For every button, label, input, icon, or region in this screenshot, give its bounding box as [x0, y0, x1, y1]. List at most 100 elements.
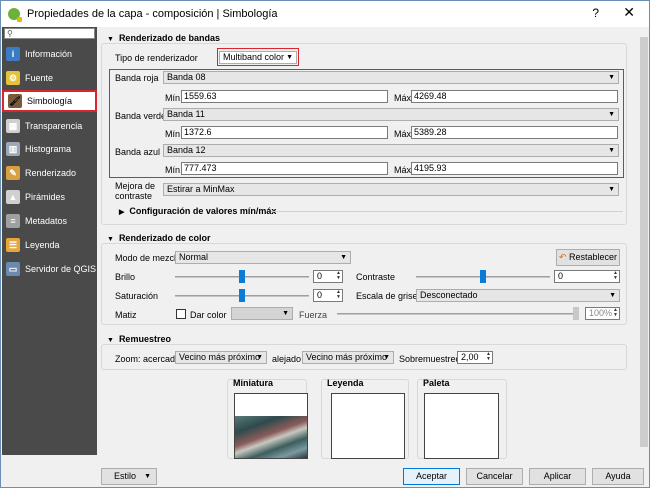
- zoom-in-select[interactable]: Vecino más próximo ▼: [175, 351, 267, 364]
- saturation-value: 0: [317, 290, 323, 300]
- blue-band-label: Banda azul: [115, 147, 161, 157]
- minmax-settings-header[interactable]: ▶ Configuración de valores mín/máx: [119, 206, 276, 216]
- sidebar-item-renderizado[interactable]: ✎ Renderizado: [2, 162, 97, 184]
- green-band-select[interactable]: Banda 11 ▼: [163, 108, 619, 121]
- saturation-handle[interactable]: [239, 289, 245, 302]
- blue-min-label: Mín: [165, 165, 181, 175]
- expand-triangle-icon: ▶: [119, 209, 125, 216]
- collapse-triangle-icon: ▼: [107, 36, 114, 43]
- contrast-value: 0: [558, 271, 564, 281]
- info-icon: i: [6, 47, 20, 61]
- blue-band-select[interactable]: Banda 12 ▼: [163, 144, 619, 157]
- sidebar-item-label: Pirámides: [25, 192, 66, 202]
- zoom-out-label: alejado: [272, 354, 302, 364]
- legend-label: Leyenda: [327, 378, 364, 388]
- search-input[interactable]: ⚲: [4, 28, 95, 39]
- sidebar-item-metadatos[interactable]: ≡ Metadatos: [2, 210, 97, 232]
- reset-label: Restablecer: [569, 252, 618, 262]
- contrast-spinbox[interactable]: 0 ▲ ▼: [554, 270, 620, 283]
- strength-handle[interactable]: [573, 307, 579, 320]
- strength-spinbox[interactable]: 100% ▲ ▼: [585, 307, 620, 320]
- strength-label: Fuerza: [299, 310, 328, 320]
- red-max-input[interactable]: 4269.48: [411, 90, 618, 103]
- sidebar-item-label: Fuente: [25, 73, 54, 83]
- chevron-down-icon: ▼: [608, 186, 615, 193]
- sidebar-item-información[interactable]: i Información: [2, 43, 97, 65]
- reset-button[interactable]: ↶ Restablecer: [556, 249, 620, 266]
- sidebar: ⚲ i Información ⚙ Fuente 🖌 Simbología ▦ Transpa…: [2, 27, 97, 455]
- chevron-down-icon: ▼: [608, 147, 615, 154]
- green-band-value: Banda 11: [167, 109, 205, 119]
- zoom-out-select[interactable]: Vecino más próximo ▼: [302, 351, 394, 364]
- sidebar-item-simbología[interactable]: 🖌 Simbología: [2, 90, 97, 112]
- title-bar: Propiedades de la capa - composición | S…: [1, 1, 649, 27]
- blue-band-value: Banda 12: [167, 145, 206, 155]
- transparency-icon: ▦: [6, 119, 20, 133]
- sidebar-item-servidor-de-qgis[interactable]: ▭ Servidor de QGIS: [2, 258, 97, 280]
- colorize-checkbox[interactable]: [176, 309, 186, 319]
- grayscale-value: Desconectado: [420, 290, 478, 300]
- sidebar-item-label: Simbología: [27, 96, 73, 106]
- colorize-label: Dar color: [190, 310, 227, 320]
- divider: [271, 211, 623, 212]
- metadata-icon: ≡: [6, 214, 20, 228]
- vertical-scrollbar[interactable]: [639, 27, 649, 457]
- green-max-input[interactable]: 5389.28: [411, 126, 618, 139]
- color-rendering-header[interactable]: ▼ Renderizado de color: [107, 233, 210, 243]
- chevron-down-icon: ▼: [609, 292, 616, 299]
- blend-mode-value: Normal: [179, 252, 209, 262]
- chevron-down-icon: ▼: [256, 354, 263, 361]
- chevron-down-icon: ▼: [608, 111, 615, 118]
- main-panel: ▼ Renderizado de bandas Tipo de renderiza…: [99, 27, 639, 459]
- band-rendering-header[interactable]: ▼ Renderizado de bandas: [107, 33, 220, 43]
- layer-properties-window: Propiedades de la capa - composición | S…: [0, 0, 650, 488]
- minmax-settings-title: Configuración de valores mín/máx: [129, 206, 277, 216]
- red-band-label: Banda roja: [115, 73, 159, 83]
- grayscale-label: Escala de grises: [356, 291, 423, 301]
- red-band-select[interactable]: Banda 08 ▼: [163, 71, 619, 84]
- close-button[interactable]: ✕: [623, 4, 635, 21]
- help-footer-button[interactable]: Ayuda: [592, 468, 644, 485]
- sidebar-item-histograma[interactable]: ▥ Histograma: [2, 138, 97, 160]
- brightness-handle[interactable]: [239, 270, 245, 283]
- oversampling-spinbox[interactable]: 2,00 ▲ ▼: [457, 351, 493, 364]
- red-min-input[interactable]: 1559.63: [181, 90, 388, 103]
- strength-slider[interactable]: [337, 313, 573, 315]
- renderer-type-label: Tipo de renderizador: [115, 53, 198, 63]
- blue-max-label: Máx: [394, 165, 412, 175]
- blue-max-input[interactable]: 4195.93: [411, 162, 618, 175]
- help-button[interactable]: ?: [592, 6, 599, 20]
- chevron-down-icon: ▼: [282, 310, 289, 317]
- green-min-input[interactable]: 1372.6: [181, 126, 388, 139]
- scrollbar-thumb[interactable]: [640, 37, 648, 447]
- blend-mode-select[interactable]: Normal ▼: [175, 251, 351, 264]
- chevron-down-icon: ▼: [144, 473, 151, 480]
- paintbrush-icon: 🖌: [8, 94, 22, 108]
- sidebar-item-leyenda[interactable]: ☰ Leyenda: [2, 234, 97, 256]
- oversampling-label: Sobremuestreo: [399, 354, 461, 364]
- resampling-header[interactable]: ▼ Remuestreo: [107, 334, 171, 344]
- zoom-in-value: Vecino más próximo: [179, 352, 261, 362]
- saturation-spinbox[interactable]: 0 ▲ ▼: [313, 289, 343, 302]
- spin-arrows-icon: ▲ ▼: [336, 289, 341, 300]
- style-menu-button[interactable]: Estilo ▼: [101, 468, 157, 485]
- sidebar-item-label: Histograma: [25, 144, 72, 154]
- contrast-handle[interactable]: [480, 270, 486, 283]
- apply-button[interactable]: Aplicar: [529, 468, 586, 485]
- legend-preview: [331, 393, 405, 459]
- contrast-enhancement-label-2: contraste: [115, 191, 153, 201]
- sidebar-item-transparencia[interactable]: ▦ Transparencia: [2, 115, 97, 137]
- sidebar-item-fuente[interactable]: ⚙ Fuente: [2, 67, 97, 89]
- blue-min-input[interactable]: 777.473: [181, 162, 388, 175]
- cancel-button[interactable]: Cancelar: [466, 468, 523, 485]
- chevron-down-icon: ▼: [608, 74, 615, 81]
- accept-button[interactable]: Aceptar: [403, 468, 460, 485]
- sidebar-item-pirámides[interactable]: ▲ Pirámides: [2, 186, 97, 208]
- contrast-enhancement-value: Estirar a MinMax: [167, 184, 235, 194]
- render-icon: ✎: [6, 166, 20, 180]
- colorize-color-button[interactable]: ▼: [231, 307, 293, 320]
- brightness-spinbox[interactable]: 0 ▲ ▼: [313, 270, 343, 283]
- strength-value: 100%: [589, 308, 613, 318]
- contrast-enhancement-select[interactable]: Estirar a MinMax ▼: [163, 183, 619, 196]
- grayscale-select[interactable]: Desconectado ▼: [416, 289, 620, 302]
